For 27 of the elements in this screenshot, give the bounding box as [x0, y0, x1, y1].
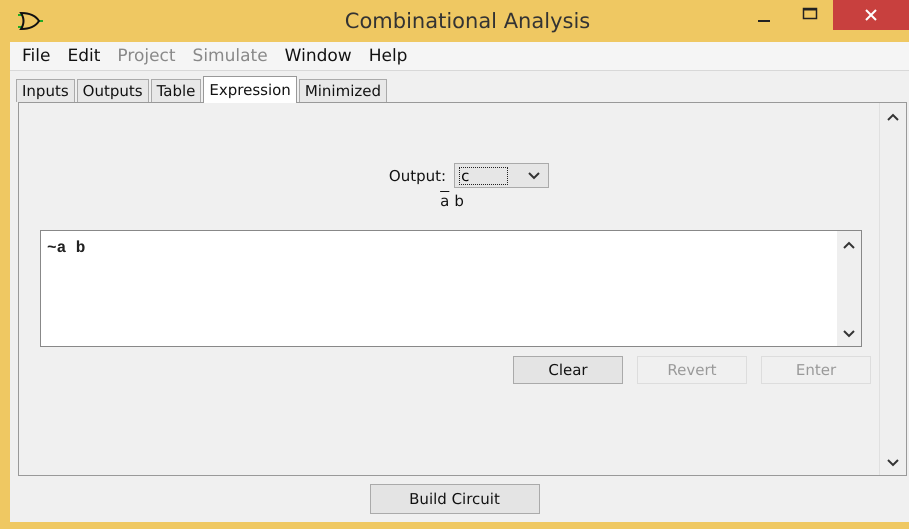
chevron-up-icon: [843, 241, 855, 249]
expression-editor[interactable]: ~a b: [40, 230, 862, 347]
window-title: Combinational Analysis: [344, 9, 592, 33]
menu-item[interactable]: File: [14, 46, 60, 66]
build-circuit-button[interactable]: Build Circuit: [370, 484, 540, 514]
minimize-icon: [758, 20, 770, 22]
scrollbar[interactable]: [837, 231, 861, 346]
chevron-down-icon: [887, 459, 899, 467]
close-icon: [864, 9, 878, 21]
tab[interactable]: Expression: [203, 76, 297, 103]
menu-item[interactable]: Window: [276, 46, 361, 66]
output-dropdown[interactable]: c: [454, 163, 550, 188]
tab[interactable]: Table: [150, 79, 202, 102]
logic-gate-icon: [16, 11, 44, 31]
tab[interactable]: Outputs: [76, 79, 149, 102]
chevron-down-icon: [528, 172, 540, 180]
action-button[interactable]: Clear: [513, 356, 623, 384]
chevron-up-icon: [887, 113, 899, 121]
chevron-down-icon: [843, 330, 855, 338]
tab[interactable]: Inputs: [16, 79, 75, 102]
close-button[interactable]: [833, 0, 909, 30]
output-label: Output:: [388, 166, 446, 184]
maximize-icon: [802, 7, 818, 21]
menu-item[interactable]: Edit: [59, 46, 110, 66]
menu-item[interactable]: Help: [360, 46, 416, 66]
tab[interactable]: Minimized: [298, 79, 387, 102]
expression-display: a b: [439, 192, 464, 210]
